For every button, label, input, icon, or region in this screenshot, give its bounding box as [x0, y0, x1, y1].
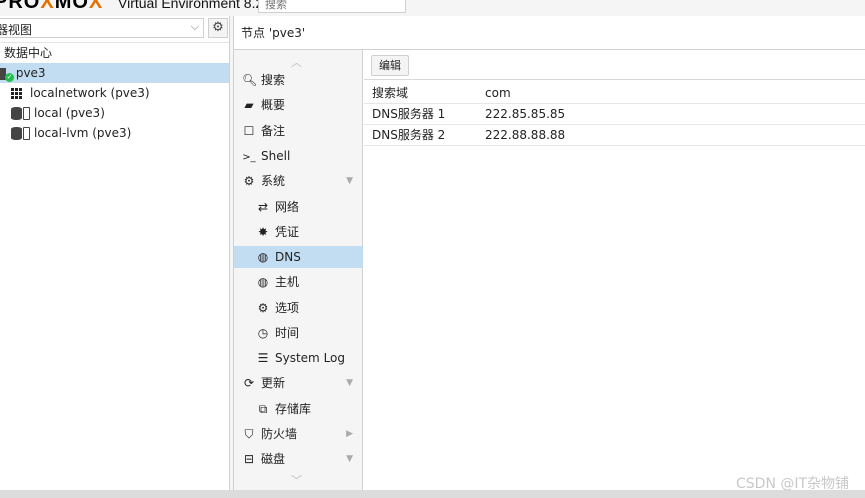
refresh-icon: ⟳: [243, 376, 255, 390]
dns-panel: 编辑 搜索域 com DNS服务器 1 222.85.85.85 DNS服务器 …: [364, 50, 865, 490]
shield-icon: ⛉: [244, 427, 254, 441]
nav-item-search[interactable]: 🔍︎ 搜索: [234, 69, 363, 91]
tree-item-local-lvm[interactable]: local-lvm (pve3): [0, 123, 229, 143]
version-label: Virtual Environment 8.2.4: [118, 0, 275, 11]
tree-item-datacenter[interactable]: 数据中心: [0, 43, 229, 63]
tree-item-local[interactable]: local (pve3): [0, 103, 229, 123]
row-value: com: [485, 86, 511, 100]
database-icon: [11, 107, 22, 120]
hdd-icon: ⊟: [243, 452, 255, 466]
chevron-down-icon: ▼: [346, 378, 353, 388]
proxmox-logo[interactable]: PROXMOX: [0, 0, 103, 14]
content-panel: 节点 'pve3' ︿ 🔍︎ 搜索 ▰ 概要 ☐ 备注 >_ Shell ⚙ 系统 ▼ ⇄…: [233, 16, 865, 490]
global-search-input[interactable]: [258, 0, 406, 13]
view-select[interactable]: 器视图 ⌵: [0, 18, 204, 38]
gear-icon: ⚙: [257, 301, 269, 315]
tree-item-label: local-lvm (pve3): [34, 126, 132, 140]
list-icon: ☰: [257, 351, 269, 365]
chevron-down-icon: ▼: [346, 176, 353, 186]
globe-icon: ◍: [257, 250, 269, 264]
database-icon: [11, 127, 22, 140]
chevron-right-icon: ▶: [346, 429, 353, 439]
gear-icon: ⚙: [212, 20, 224, 35]
network-grid-icon: [11, 88, 22, 99]
nav-item-summary[interactable]: ▰ 概要: [234, 94, 363, 116]
table-row[interactable]: DNS服务器 1 222.85.85.85: [364, 104, 865, 125]
nav-item-hosts[interactable]: ◍ 主机: [234, 271, 363, 293]
storage-icon: [23, 127, 30, 140]
nav-item-firewall[interactable]: ⛉ 防火墙 ▶: [234, 423, 363, 445]
tree-item-label: localnetwork (pve3): [30, 86, 150, 100]
clock-icon: ◷: [257, 326, 269, 340]
nav-item-dns[interactable]: ◍ DNS: [234, 246, 363, 268]
table-row[interactable]: DNS服务器 2 222.88.88.88: [364, 125, 865, 146]
node-nav-menu: ︿ 🔍︎ 搜索 ▰ 概要 ☐ 备注 >_ Shell ⚙ 系统 ▼ ⇄ 网络 ✸ 凭证 ◍ DN…: [234, 50, 363, 490]
chevron-down-icon: ▼: [346, 454, 353, 464]
nav-item-network[interactable]: ⇄ 网络: [234, 196, 363, 218]
row-value: 222.85.85.85: [485, 107, 566, 121]
row-key: DNS服务器 2: [372, 128, 446, 142]
nav-item-notes[interactable]: ☐ 备注: [234, 120, 363, 142]
view-select-value: 器视图: [0, 23, 33, 37]
dns-settings-grid: 搜索域 com DNS服务器 1 222.85.85.85 DNS服务器 2 2…: [364, 83, 865, 146]
tree-item-label: 数据中心: [4, 46, 53, 60]
globe-icon: ◍: [257, 275, 269, 289]
search-icon: 🔍︎: [242, 73, 258, 87]
certificate-icon: ✸: [257, 225, 269, 239]
files-icon: ⧉: [258, 402, 268, 416]
scroll-up-icon[interactable]: ︿: [291, 54, 302, 70]
scroll-down-icon[interactable]: ﹀: [291, 472, 302, 488]
status-ok-icon: ✓: [5, 73, 14, 82]
storage-icon: [23, 107, 30, 120]
tree-settings-button[interactable]: ⚙: [208, 18, 228, 38]
nav-item-repositories[interactable]: ⧉ 存储库: [234, 398, 363, 420]
tree-item-label: local (pve3): [34, 106, 105, 120]
nav-item-options[interactable]: ⚙ 选项: [234, 297, 363, 319]
page-title: 节点 'pve3': [234, 16, 865, 50]
terminal-icon: >_: [242, 152, 256, 163]
nav-item-system[interactable]: ⚙ 系统 ▼: [234, 170, 363, 192]
nav-item-updates[interactable]: ⟳ 更新 ▼: [234, 372, 363, 394]
table-row[interactable]: 搜索域 com: [364, 83, 865, 104]
dns-toolbar: 编辑: [364, 50, 865, 80]
nav-item-system-log[interactable]: ☰ System Log: [234, 347, 363, 369]
row-value: 222.88.88.88: [485, 128, 566, 142]
resource-tree: 数据中心 ✓ pve3 localnetwork (pve3) local (p…: [0, 42, 229, 143]
note-icon: ☐: [243, 124, 255, 138]
book-icon: ▰: [244, 98, 254, 112]
row-key: 搜索域: [372, 86, 409, 100]
nav-item-disks[interactable]: ⊟ 磁盘 ▼: [234, 448, 363, 470]
tree-item-label: pve3: [15, 66, 46, 80]
exchange-icon: ⇄: [257, 200, 269, 214]
nav-item-shell[interactable]: >_ Shell: [234, 145, 363, 167]
cogs-icon: ⚙: [243, 174, 255, 188]
tree-item-pve3[interactable]: ✓ pve3: [0, 63, 229, 83]
nav-item-time[interactable]: ◷ 时间: [234, 322, 363, 344]
tree-item-localnetwork[interactable]: localnetwork (pve3): [0, 83, 229, 103]
watermark: CSDN @IT杂物铺: [736, 476, 850, 492]
top-bar: PROXMOX Virtual Environment 8.2.4: [0, 0, 865, 16]
edit-button[interactable]: 编辑: [371, 55, 409, 76]
resource-tree-panel: 器视图 ⌵ ⚙ 数据中心 ✓ pve3 localnetwork (pve3) …: [0, 16, 230, 490]
nav-item-certificates[interactable]: ✸ 凭证: [234, 221, 363, 243]
chevron-down-icon: ⌵: [190, 20, 199, 33]
row-key: DNS服务器 1: [372, 107, 446, 121]
